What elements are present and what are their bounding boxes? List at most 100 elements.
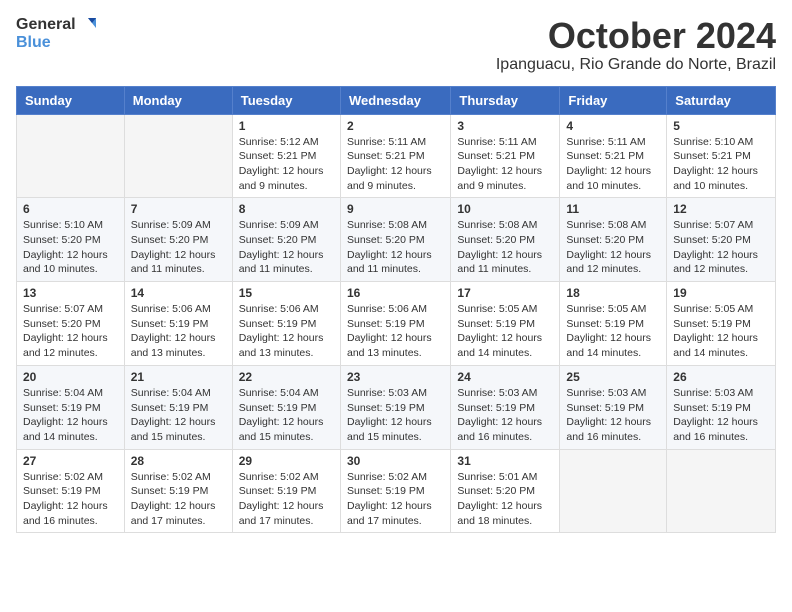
sunrise: Sunrise: 5:08 AM <box>566 219 646 231</box>
col-wednesday: Wednesday <box>340 86 450 114</box>
sunset: Sunset: 5:20 PM <box>23 234 101 246</box>
cell-content: Sunrise: 5:12 AM Sunset: 5:21 PM Dayligh… <box>239 135 334 194</box>
daylight: Daylight: 12 hours and 16 minutes. <box>673 416 758 443</box>
calendar-cell: 4 Sunrise: 5:11 AM Sunset: 5:21 PM Dayli… <box>560 114 667 198</box>
calendar-cell <box>124 114 232 198</box>
sunrise: Sunrise: 5:11 AM <box>457 136 536 148</box>
sunrise: Sunrise: 5:03 AM <box>673 387 753 399</box>
sunrise: Sunrise: 5:10 AM <box>673 136 753 148</box>
day-number: 15 <box>239 286 334 300</box>
sunrise: Sunrise: 5:09 AM <box>239 219 319 231</box>
sunset: Sunset: 5:21 PM <box>673 150 751 162</box>
cell-content: Sunrise: 5:11 AM Sunset: 5:21 PM Dayligh… <box>457 135 553 194</box>
calendar-week-1: 1 Sunrise: 5:12 AM Sunset: 5:21 PM Dayli… <box>17 114 776 198</box>
cell-content: Sunrise: 5:03 AM Sunset: 5:19 PM Dayligh… <box>566 386 660 445</box>
calendar-week-2: 6 Sunrise: 5:10 AM Sunset: 5:20 PM Dayli… <box>17 198 776 282</box>
day-number: 4 <box>566 119 660 133</box>
daylight: Daylight: 12 hours and 11 minutes. <box>239 249 324 276</box>
cell-content: Sunrise: 5:03 AM Sunset: 5:19 PM Dayligh… <box>347 386 444 445</box>
sunrise: Sunrise: 5:11 AM <box>347 136 426 148</box>
day-number: 14 <box>131 286 226 300</box>
sunrise: Sunrise: 5:06 AM <box>239 303 319 315</box>
cell-content: Sunrise: 5:06 AM Sunset: 5:19 PM Dayligh… <box>239 302 334 361</box>
day-number: 21 <box>131 370 226 384</box>
sunrise: Sunrise: 5:03 AM <box>457 387 537 399</box>
col-saturday: Saturday <box>667 86 776 114</box>
sunset: Sunset: 5:20 PM <box>566 234 644 246</box>
day-number: 9 <box>347 202 444 216</box>
calendar-cell <box>560 449 667 533</box>
calendar-cell: 2 Sunrise: 5:11 AM Sunset: 5:21 PM Dayli… <box>340 114 450 198</box>
cell-content: Sunrise: 5:11 AM Sunset: 5:21 PM Dayligh… <box>566 135 660 194</box>
calendar-cell: 28 Sunrise: 5:02 AM Sunset: 5:19 PM Dayl… <box>124 449 232 533</box>
calendar-cell: 8 Sunrise: 5:09 AM Sunset: 5:20 PM Dayli… <box>232 198 340 282</box>
cell-content: Sunrise: 5:02 AM Sunset: 5:19 PM Dayligh… <box>347 470 444 529</box>
daylight: Daylight: 12 hours and 9 minutes. <box>239 165 324 192</box>
calendar-cell: 30 Sunrise: 5:02 AM Sunset: 5:19 PM Dayl… <box>340 449 450 533</box>
sunset: Sunset: 5:19 PM <box>347 402 425 414</box>
day-number: 19 <box>673 286 769 300</box>
daylight: Daylight: 12 hours and 16 minutes. <box>23 500 108 527</box>
day-number: 18 <box>566 286 660 300</box>
sunset: Sunset: 5:21 PM <box>347 150 425 162</box>
sunset: Sunset: 5:20 PM <box>131 234 209 246</box>
sunrise: Sunrise: 5:10 AM <box>23 219 103 231</box>
calendar-cell: 21 Sunrise: 5:04 AM Sunset: 5:19 PM Dayl… <box>124 365 232 449</box>
calendar-cell: 6 Sunrise: 5:10 AM Sunset: 5:20 PM Dayli… <box>17 198 125 282</box>
daylight: Daylight: 12 hours and 18 minutes. <box>457 500 542 527</box>
sunrise: Sunrise: 5:07 AM <box>673 219 753 231</box>
calendar-cell: 18 Sunrise: 5:05 AM Sunset: 5:19 PM Dayl… <box>560 282 667 366</box>
daylight: Daylight: 12 hours and 10 minutes. <box>673 165 758 192</box>
cell-content: Sunrise: 5:07 AM Sunset: 5:20 PM Dayligh… <box>23 302 118 361</box>
col-sunday: Sunday <box>17 86 125 114</box>
day-number: 16 <box>347 286 444 300</box>
cell-content: Sunrise: 5:01 AM Sunset: 5:20 PM Dayligh… <box>457 470 553 529</box>
sunset: Sunset: 5:20 PM <box>347 234 425 246</box>
cell-content: Sunrise: 5:05 AM Sunset: 5:19 PM Dayligh… <box>673 302 769 361</box>
cell-content: Sunrise: 5:05 AM Sunset: 5:19 PM Dayligh… <box>566 302 660 361</box>
sunset: Sunset: 5:19 PM <box>239 318 317 330</box>
sunrise: Sunrise: 5:02 AM <box>239 471 319 483</box>
day-number: 29 <box>239 454 334 468</box>
sunrise: Sunrise: 5:02 AM <box>23 471 103 483</box>
calendar-cell: 17 Sunrise: 5:05 AM Sunset: 5:19 PM Dayl… <box>451 282 560 366</box>
calendar-cell: 9 Sunrise: 5:08 AM Sunset: 5:20 PM Dayli… <box>340 198 450 282</box>
logo-bird-icon <box>78 16 96 34</box>
logo-blue: Blue <box>16 34 51 51</box>
sunset: Sunset: 5:21 PM <box>566 150 644 162</box>
calendar-cell: 7 Sunrise: 5:09 AM Sunset: 5:20 PM Dayli… <box>124 198 232 282</box>
sunset: Sunset: 5:21 PM <box>239 150 317 162</box>
calendar-cell <box>667 449 776 533</box>
day-number: 17 <box>457 286 553 300</box>
daylight: Daylight: 12 hours and 11 minutes. <box>131 249 216 276</box>
logo-general: General <box>16 16 76 33</box>
calendar-week-4: 20 Sunrise: 5:04 AM Sunset: 5:19 PM Dayl… <box>17 365 776 449</box>
day-number: 31 <box>457 454 553 468</box>
sunset: Sunset: 5:20 PM <box>457 485 535 497</box>
cell-content: Sunrise: 5:05 AM Sunset: 5:19 PM Dayligh… <box>457 302 553 361</box>
sunset: Sunset: 5:19 PM <box>566 402 644 414</box>
calendar-cell: 15 Sunrise: 5:06 AM Sunset: 5:19 PM Dayl… <box>232 282 340 366</box>
sunrise: Sunrise: 5:04 AM <box>131 387 211 399</box>
logo: General Blue <box>16 16 96 52</box>
day-number: 5 <box>673 119 769 133</box>
sunset: Sunset: 5:19 PM <box>23 402 101 414</box>
calendar-cell: 12 Sunrise: 5:07 AM Sunset: 5:20 PM Dayl… <box>667 198 776 282</box>
calendar-cell: 27 Sunrise: 5:02 AM Sunset: 5:19 PM Dayl… <box>17 449 125 533</box>
day-number: 7 <box>131 202 226 216</box>
daylight: Daylight: 12 hours and 14 minutes. <box>457 332 542 359</box>
day-number: 10 <box>457 202 553 216</box>
col-friday: Friday <box>560 86 667 114</box>
calendar-cell: 13 Sunrise: 5:07 AM Sunset: 5:20 PM Dayl… <box>17 282 125 366</box>
sunset: Sunset: 5:20 PM <box>239 234 317 246</box>
sunrise: Sunrise: 5:06 AM <box>131 303 211 315</box>
cell-content: Sunrise: 5:03 AM Sunset: 5:19 PM Dayligh… <box>457 386 553 445</box>
title-area: October 2024 Ipanguacu, Rio Grande do No… <box>496 16 776 74</box>
calendar-cell: 20 Sunrise: 5:04 AM Sunset: 5:19 PM Dayl… <box>17 365 125 449</box>
day-number: 23 <box>347 370 444 384</box>
cell-content: Sunrise: 5:03 AM Sunset: 5:19 PM Dayligh… <box>673 386 769 445</box>
day-number: 6 <box>23 202 118 216</box>
day-number: 22 <box>239 370 334 384</box>
day-number: 28 <box>131 454 226 468</box>
daylight: Daylight: 12 hours and 12 minutes. <box>23 332 108 359</box>
